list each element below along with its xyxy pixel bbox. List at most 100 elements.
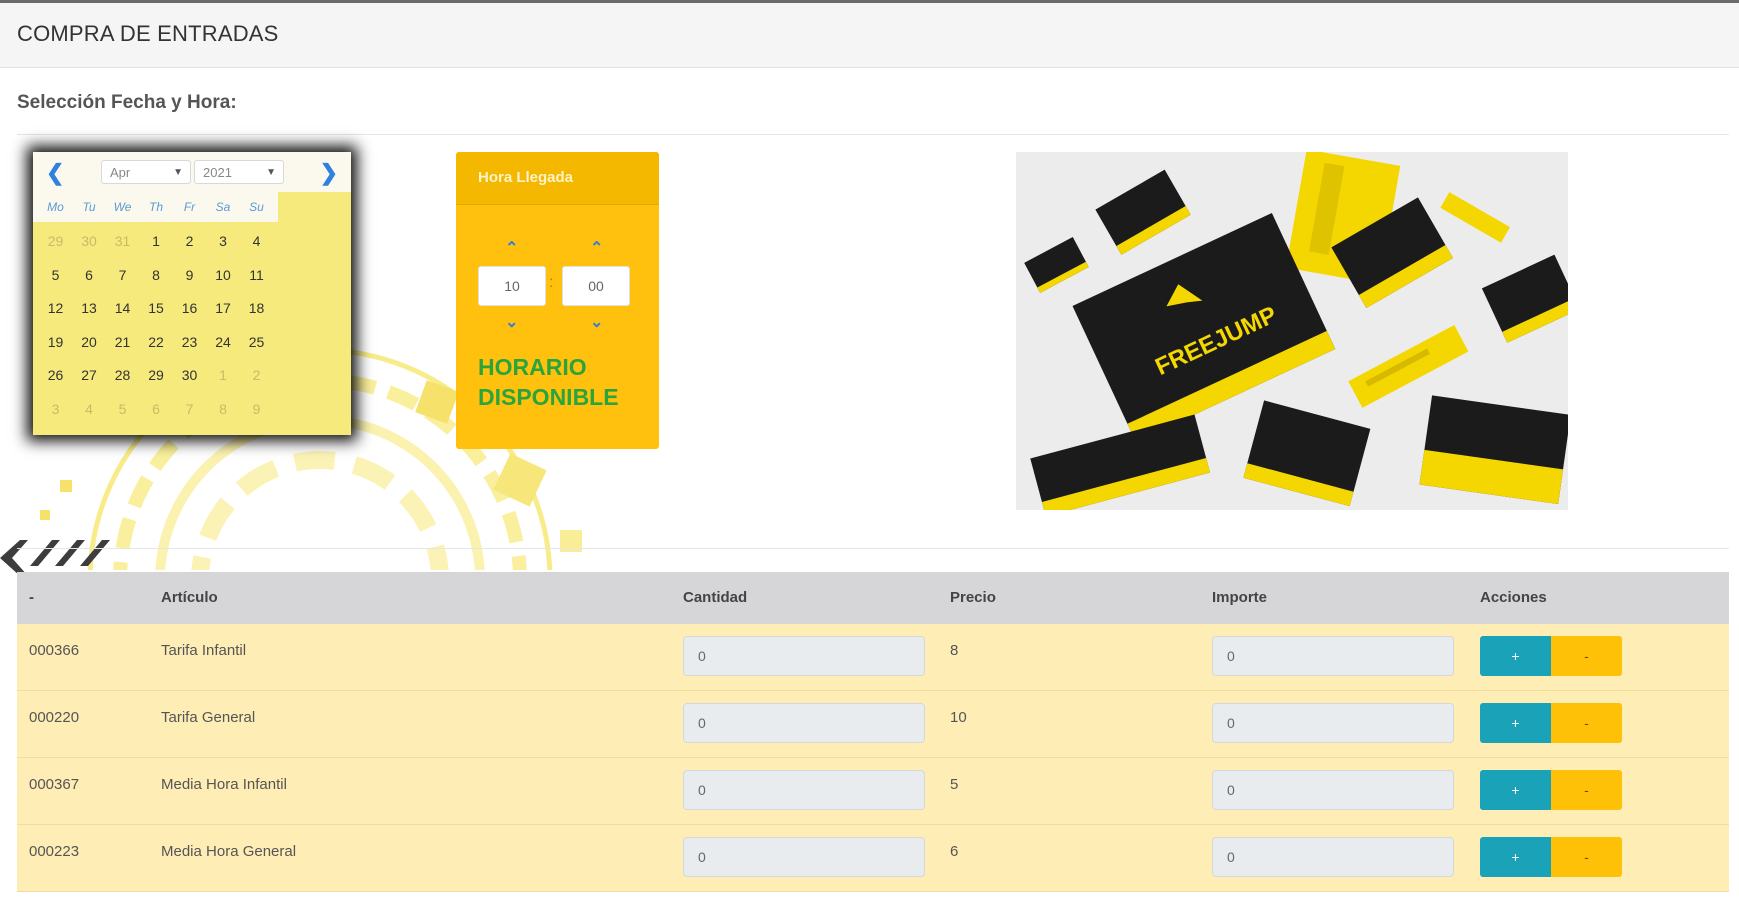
add-button[interactable]: +: [1480, 636, 1551, 676]
date-picker: ❮ Apr ▼ 2021 ▼ ❯ Mo Tu We Th Fr Sa Su 29 30 31 1 2 3…: [33, 152, 351, 435]
time-panel-header: Hora Llegada: [456, 152, 659, 205]
minute-up-icon[interactable]: ⌃: [590, 238, 603, 258]
calendar-day[interactable]: 8: [207, 394, 240, 424]
row-code: 000366: [29, 642, 80, 659]
remove-button[interactable]: -: [1551, 636, 1622, 676]
calendar-header: ❮ Apr ▼ 2021 ▼ ❯: [33, 152, 351, 192]
chevron-right-icon[interactable]: ❯: [320, 160, 338, 186]
remove-button[interactable]: -: [1551, 703, 1622, 743]
calendar-day[interactable]: 3: [39, 394, 72, 424]
time-separator: :: [549, 274, 554, 291]
calendar-day[interactable]: 12: [39, 293, 72, 323]
calendar-day[interactable]: 28: [106, 360, 139, 390]
promo-image: FREEJUMP: [1016, 152, 1568, 510]
calendar-day[interactable]: 15: [140, 293, 173, 323]
calendar-day[interactable]: 6: [140, 394, 173, 424]
calendar-day[interactable]: 7: [106, 260, 139, 290]
calendar-day[interactable]: 10: [207, 260, 240, 290]
weekday-label: We: [113, 200, 132, 214]
calendar-day[interactable]: 11: [240, 260, 273, 290]
col-qty: Cantidad: [683, 589, 748, 606]
amount-field: 0: [1212, 770, 1454, 810]
row-code: 000220: [29, 709, 80, 726]
calendar-day[interactable]: 31: [106, 226, 139, 256]
add-button[interactable]: +: [1480, 837, 1551, 877]
hour-down-icon[interactable]: ⌄: [505, 312, 518, 332]
calendar-day[interactable]: 17: [207, 293, 240, 323]
calendar-day[interactable]: 16: [173, 293, 206, 323]
amount-field: 0: [1212, 703, 1454, 743]
amount-field: 0: [1212, 837, 1454, 877]
calendar-day[interactable]: 24: [207, 327, 240, 357]
calendar-day[interactable]: 29: [39, 226, 72, 256]
col-article: Artículo: [161, 589, 218, 606]
month-select[interactable]: Apr ▼: [101, 160, 191, 184]
row-code: 000223: [29, 843, 80, 860]
quantity-input[interactable]: 0: [683, 770, 925, 810]
availability-status: HORARIO DISPONIBLE: [478, 352, 619, 412]
section-label: Selección Fecha y Hora:: [17, 92, 237, 113]
minute-down-icon[interactable]: ⌄: [590, 312, 603, 332]
calendar-day[interactable]: 9: [173, 260, 206, 290]
calendar-day[interactable]: 1: [207, 360, 240, 390]
add-button[interactable]: +: [1480, 703, 1551, 743]
row-price: 5: [950, 776, 959, 793]
page-header: COMPRA DE ENTRADAS: [0, 3, 1739, 68]
row-price: 6: [950, 843, 959, 860]
quantity-input[interactable]: 0: [683, 636, 925, 676]
calendar-day[interactable]: 2: [173, 226, 206, 256]
remove-button[interactable]: -: [1551, 837, 1622, 877]
calendar-day[interactable]: 1: [140, 226, 173, 256]
availability-line-1: HORARIO: [478, 354, 587, 380]
calendar-day[interactable]: 25: [240, 327, 273, 357]
calendar-day[interactable]: 20: [73, 327, 106, 357]
table-row: 000220 Tarifa General 0 10 0 + -: [17, 691, 1729, 758]
calendar-day[interactable]: 4: [240, 226, 273, 256]
calendar-day[interactable]: 30: [173, 360, 206, 390]
calendar-day[interactable]: 6: [73, 260, 106, 290]
calendar-day[interactable]: 30: [73, 226, 106, 256]
col-amount: Importe: [1212, 589, 1268, 606]
weekday-label: Tu: [82, 200, 96, 214]
month-value: Apr: [110, 165, 131, 180]
calendar-day[interactable]: 22: [140, 327, 173, 357]
col-actions: Acciones: [1480, 589, 1547, 606]
calendar-day[interactable]: 5: [106, 394, 139, 424]
calendar-day[interactable]: 29: [140, 360, 173, 390]
row-article: Tarifa General: [161, 709, 256, 726]
hour-up-icon[interactable]: ⌃: [505, 238, 518, 258]
weekday-label: Sa: [215, 200, 231, 214]
calendar-day[interactable]: 14: [106, 293, 139, 323]
add-button[interactable]: +: [1480, 770, 1551, 810]
minute-input[interactable]: 00: [562, 266, 630, 306]
row-article: Media Hora Infantil: [161, 776, 287, 793]
calendar-day[interactable]: 2: [240, 360, 273, 390]
calendar-day[interactable]: 21: [106, 327, 139, 357]
calendar-day[interactable]: 27: [73, 360, 106, 390]
calendar-day[interactable]: 9: [240, 394, 273, 424]
quantity-input[interactable]: 0: [683, 837, 925, 877]
table-row: 000366 Tarifa Infantil 0 8 0 + -: [17, 624, 1729, 691]
quantity-input[interactable]: 0: [683, 703, 925, 743]
calendar-day[interactable]: 26: [39, 360, 72, 390]
calendar-day[interactable]: 4: [73, 394, 106, 424]
table-header: - Artículo Cantidad Precio Importe Accio…: [17, 572, 1729, 624]
calendar-day[interactable]: 23: [173, 327, 206, 357]
calendar-day[interactable]: 18: [240, 293, 273, 323]
calendar-day[interactable]: 7: [173, 394, 206, 424]
calendar-day[interactable]: 3: [207, 226, 240, 256]
weekday-label: Mo: [47, 200, 64, 214]
table-row: 000367 Media Hora Infantil 0 5 0 + -: [17, 758, 1729, 825]
page-title: COMPRA DE ENTRADAS: [17, 21, 279, 46]
remove-button[interactable]: -: [1551, 770, 1622, 810]
availability-line-2: DISPONIBLE: [478, 384, 619, 410]
col-code: -: [29, 589, 34, 606]
hour-input[interactable]: 10: [478, 266, 546, 306]
calendar-day[interactable]: 5: [39, 260, 72, 290]
calendar-day[interactable]: 19: [39, 327, 72, 357]
year-select[interactable]: 2021 ▼: [194, 160, 284, 184]
calendar-day[interactable]: 13: [73, 293, 106, 323]
row-article: Tarifa Infantil: [161, 642, 247, 659]
chevron-left-icon[interactable]: ❮: [46, 160, 64, 186]
calendar-day[interactable]: 8: [140, 260, 173, 290]
